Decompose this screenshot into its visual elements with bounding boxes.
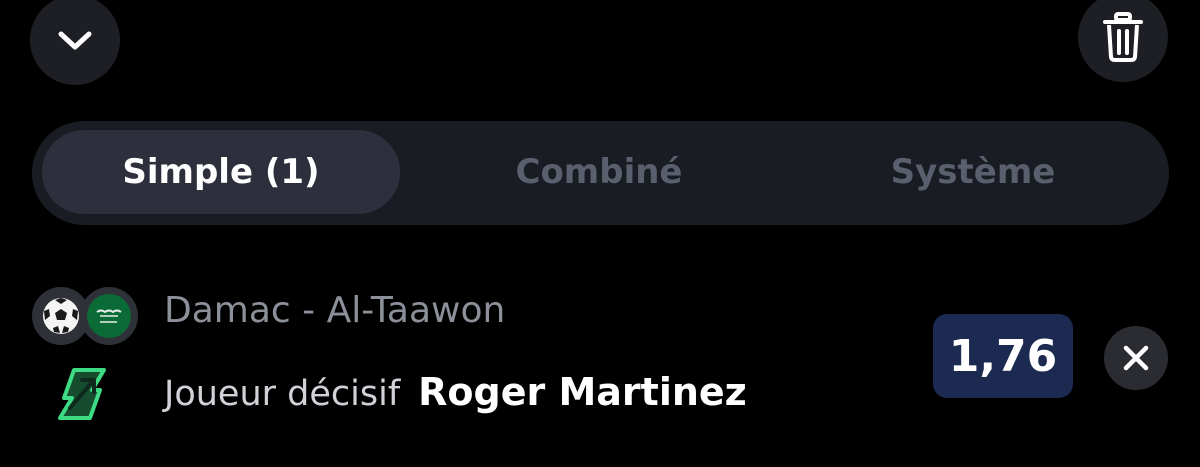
boost-arrow-icon xyxy=(52,364,112,428)
odds-badge: 1,76 xyxy=(933,314,1073,398)
saudi-flag-icon xyxy=(80,287,138,345)
bet-selection-row: Joueur décisif Roger Martinez xyxy=(164,370,747,414)
match-name: Damac - Al-Taawon xyxy=(164,290,506,331)
market-label: Joueur décisif xyxy=(164,374,401,414)
chevron-down-icon xyxy=(58,31,92,50)
tab-simple[interactable]: Simple (1) xyxy=(42,130,400,214)
remove-bet-button[interactable] xyxy=(1104,326,1168,390)
tab-combine[interactable]: Combiné xyxy=(415,130,783,214)
match-icons xyxy=(32,287,138,347)
delete-all-button[interactable] xyxy=(1078,0,1168,82)
trash-icon xyxy=(1103,12,1143,62)
collapse-button[interactable] xyxy=(30,0,120,85)
selection-name: Roger Martinez xyxy=(418,370,747,414)
tab-systeme[interactable]: Système xyxy=(788,130,1158,214)
bet-type-tabs: Simple (1) Combiné Système xyxy=(32,121,1169,225)
close-icon xyxy=(1123,345,1149,371)
